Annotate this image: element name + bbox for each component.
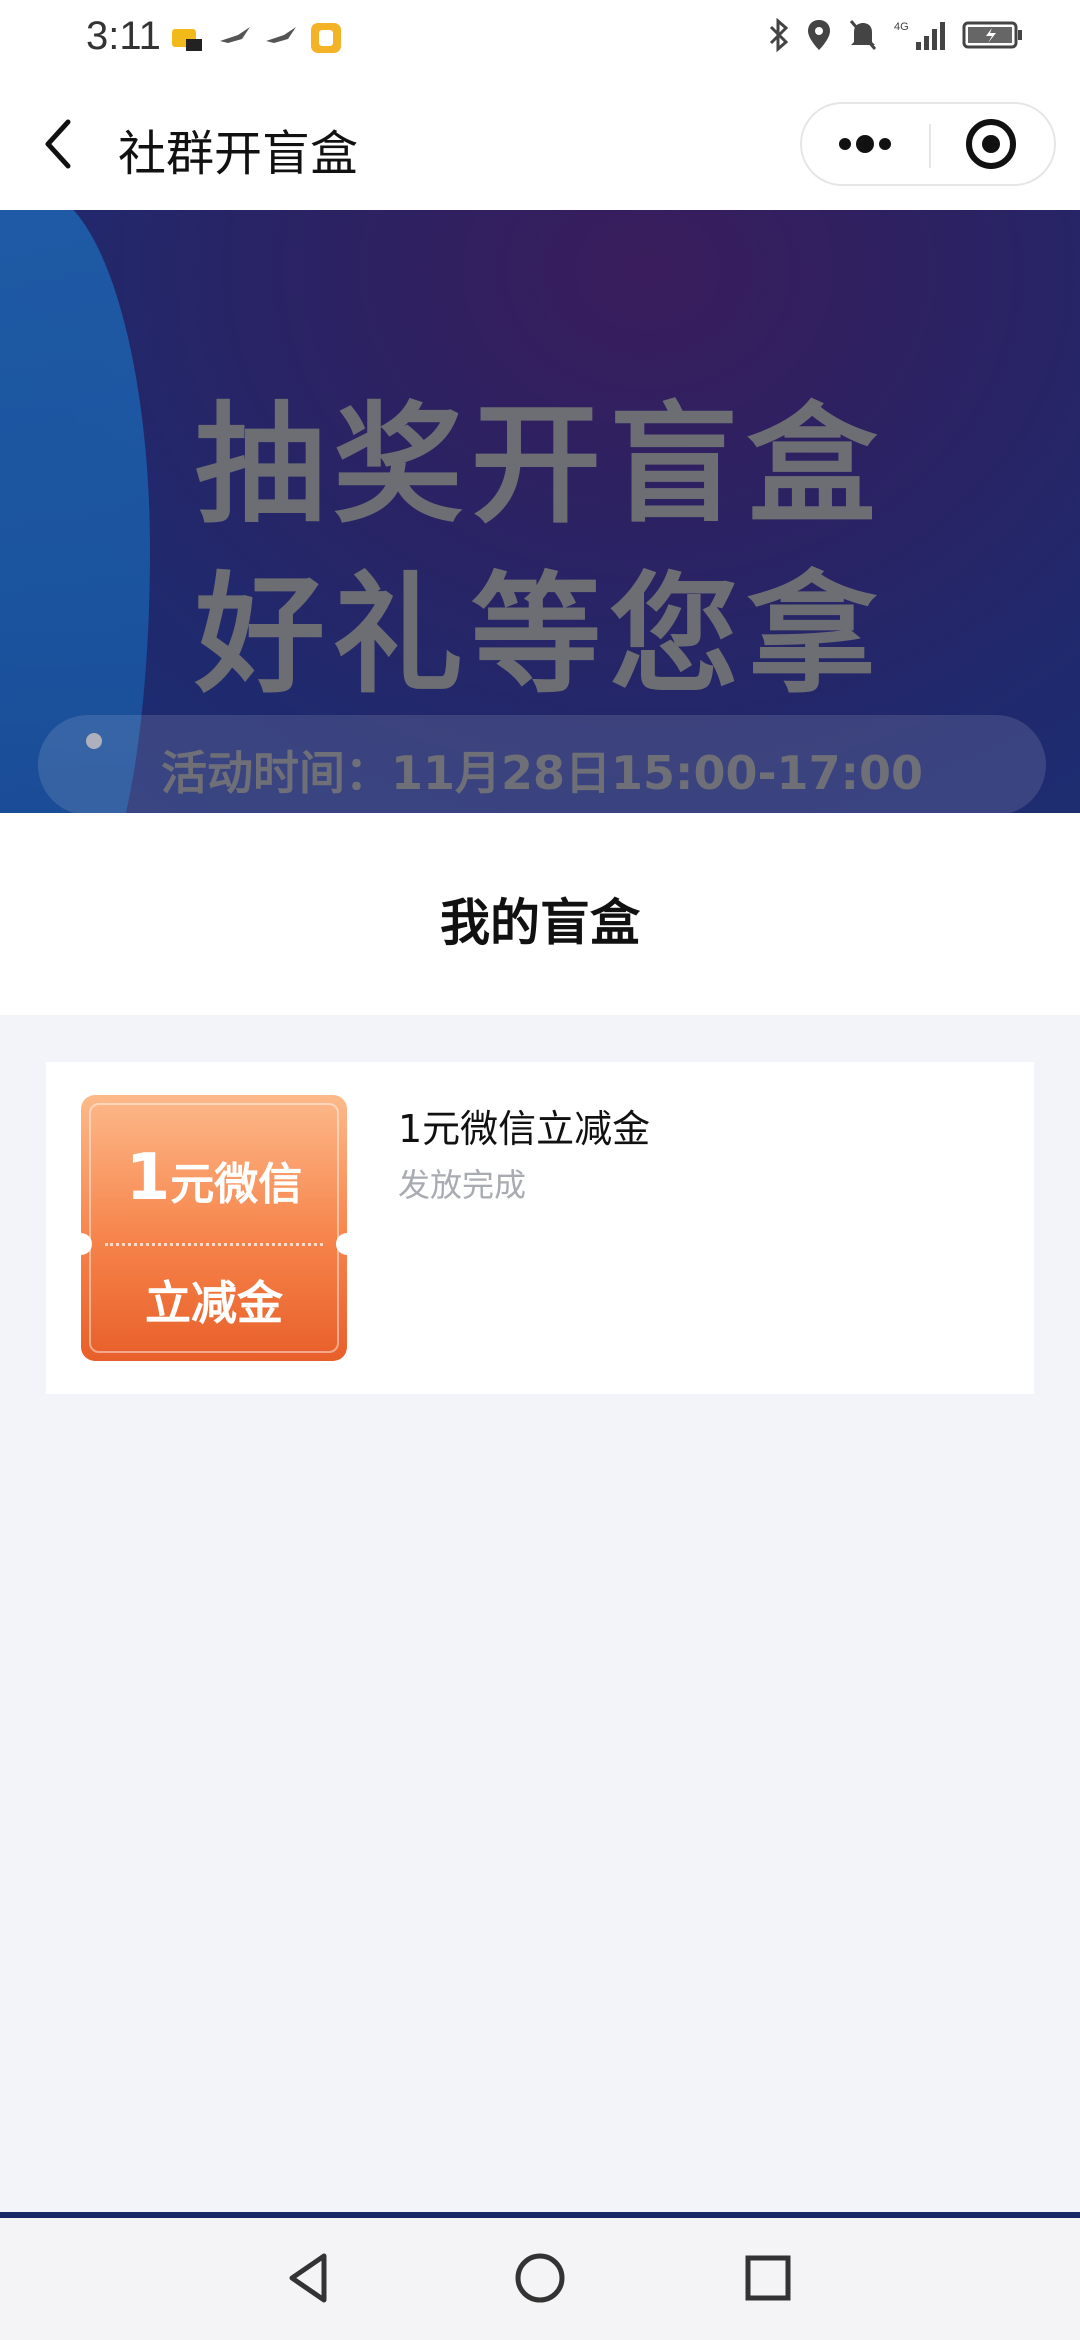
coupon-title-line2: 立减金 (145, 1276, 283, 1330)
status-right-icons: 4G (768, 18, 1024, 52)
coupon-divider (105, 1243, 323, 1246)
capsule-divider (929, 124, 931, 168)
activity-banner: 抽奖开盲盒 好礼等您拿 活动时间：11月28日15:00-17:00 (0, 210, 1080, 813)
status-time: 3:11 (86, 14, 161, 58)
svg-text:4G: 4G (894, 21, 909, 33)
page-title: 社群开盲盒 (118, 126, 359, 182)
mute-icon (849, 20, 877, 50)
close-miniprogram-button[interactable] (932, 104, 1054, 184)
bird-icon (266, 27, 296, 43)
chevron-left-icon (45, 119, 71, 169)
battery-icon (962, 21, 1022, 49)
bluetooth-icon (769, 18, 789, 52)
coupon-title-line1: 1元微信 (81, 1141, 347, 1215)
mini-program-capsule (800, 102, 1056, 186)
prize-name: 1元微信立减金 (398, 1107, 651, 1151)
location-icon (808, 20, 830, 50)
square-recent-icon (745, 2255, 791, 2301)
triangle-back-icon (289, 2253, 327, 2303)
coupon-amount: 1 (125, 1141, 171, 1215)
status-left-icons (170, 22, 342, 54)
status-bar: 3:11 4G (0, 0, 1080, 84)
banner-headline-2: 好礼等您拿 (194, 559, 885, 711)
more-dots-icon (839, 135, 891, 153)
title-bar: 社群开盲盒 (0, 84, 1080, 210)
bird-icon (220, 27, 250, 43)
target-close-icon (966, 119, 1016, 169)
signal-4g-icon: 4G (894, 21, 945, 50)
banner-headline-1: 抽奖开盲盒 (194, 389, 885, 541)
nav-home-button[interactable] (510, 2248, 570, 2308)
app-icon (311, 23, 341, 53)
prize-card[interactable]: 1元微信 立减金 1元微信立减金 发放完成 (46, 1062, 1034, 1394)
nav-back-button[interactable] (280, 2248, 340, 2308)
more-button[interactable] (802, 104, 928, 184)
system-nav-bar (0, 2218, 1080, 2340)
notification-icon (172, 29, 202, 51)
activity-time-pill: 活动时间：11月28日15:00-17:00 (38, 715, 1046, 813)
nav-recent-button[interactable] (738, 2248, 798, 2308)
circle-home-icon (515, 2253, 565, 2303)
prize-status: 发放完成 (398, 1166, 527, 1204)
section-header: 我的盲盒 (0, 813, 1080, 1015)
coupon-image: 1元微信 立减金 (81, 1095, 347, 1361)
section-title: 我的盲盒 (440, 894, 640, 952)
coupon-title-rest: 元微信 (170, 1159, 303, 1210)
back-button[interactable] (36, 114, 88, 174)
activity-time-text: 活动时间：11月28日15:00-17:00 (161, 746, 923, 800)
